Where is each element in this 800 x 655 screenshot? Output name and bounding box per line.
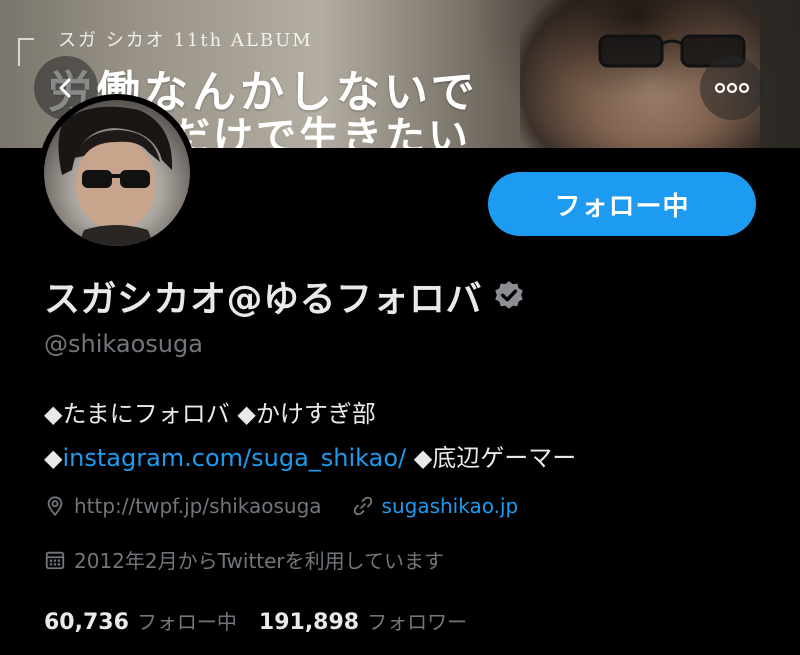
bio-text-2: ◆底辺ゲーマー: [406, 444, 577, 472]
more-horizontal-icon: [714, 82, 750, 94]
location-text: http://twpf.jp/shikaosuga: [74, 494, 322, 518]
calendar-icon: [45, 551, 65, 569]
user-handle: @shikaosuga: [44, 330, 203, 358]
location-pin-icon: [47, 496, 63, 517]
profile-page: スガ シカオ 11th ALBUM 労働なんかしないで だけで生きたい フォロー…: [0, 0, 800, 655]
avatar[interactable]: [38, 94, 196, 252]
joined-text: 2012年2月からTwitterを利用しています: [74, 549, 445, 573]
avatar-portrait-graphic: [58, 106, 173, 246]
following-count: 60,736: [44, 610, 129, 635]
display-name-row: スガシカオ@ゆるフォロバ: [44, 270, 526, 322]
followers-label: フォロワー: [367, 610, 468, 634]
following-button[interactable]: フォロー中: [488, 172, 756, 236]
verified-badge-icon: [495, 281, 523, 309]
following-stat[interactable]: 60,736 フォロー中: [44, 606, 237, 635]
banner-subtitle: スガ シカオ 11th ALBUM: [58, 30, 313, 51]
profile-bio: ◆たまにフォロバ ◆かけすぎ部 ◆instagram.com/suga_shik…: [44, 392, 744, 480]
followers-stat[interactable]: 191,898 フォロワー: [259, 606, 467, 635]
joined-item: 2012年2月からTwitterを利用しています: [44, 545, 444, 574]
banner-title-line2: だけで生きたい: [170, 113, 471, 148]
link-icon: [353, 496, 372, 516]
followers-count: 191,898: [258, 610, 360, 635]
bio-instagram-link[interactable]: instagram.com/suga_shikao/: [62, 444, 406, 472]
banner-bracket-decoration: [18, 38, 34, 66]
following-label: フォロー中: [136, 610, 237, 634]
follow-stats: 60,736 フォロー中 191,898 フォロワー: [44, 606, 467, 635]
location-item: http://twpf.jp/shikaosuga: [44, 494, 322, 518]
more-options-button[interactable]: [700, 56, 764, 120]
chevron-left-icon: [59, 78, 71, 98]
joined-row: 2012年2月からTwitterを利用しています: [44, 545, 444, 574]
profile-meta-row: http://twpf.jp/shikaosuga sugashikao.jp: [44, 494, 518, 518]
avatar-image: [44, 100, 190, 246]
website-link[interactable]: sugashikao.jp: [382, 494, 519, 518]
display-name: スガシカオ@ゆるフォロバ: [44, 279, 483, 320]
website-item[interactable]: sugashikao.jp: [352, 494, 519, 518]
